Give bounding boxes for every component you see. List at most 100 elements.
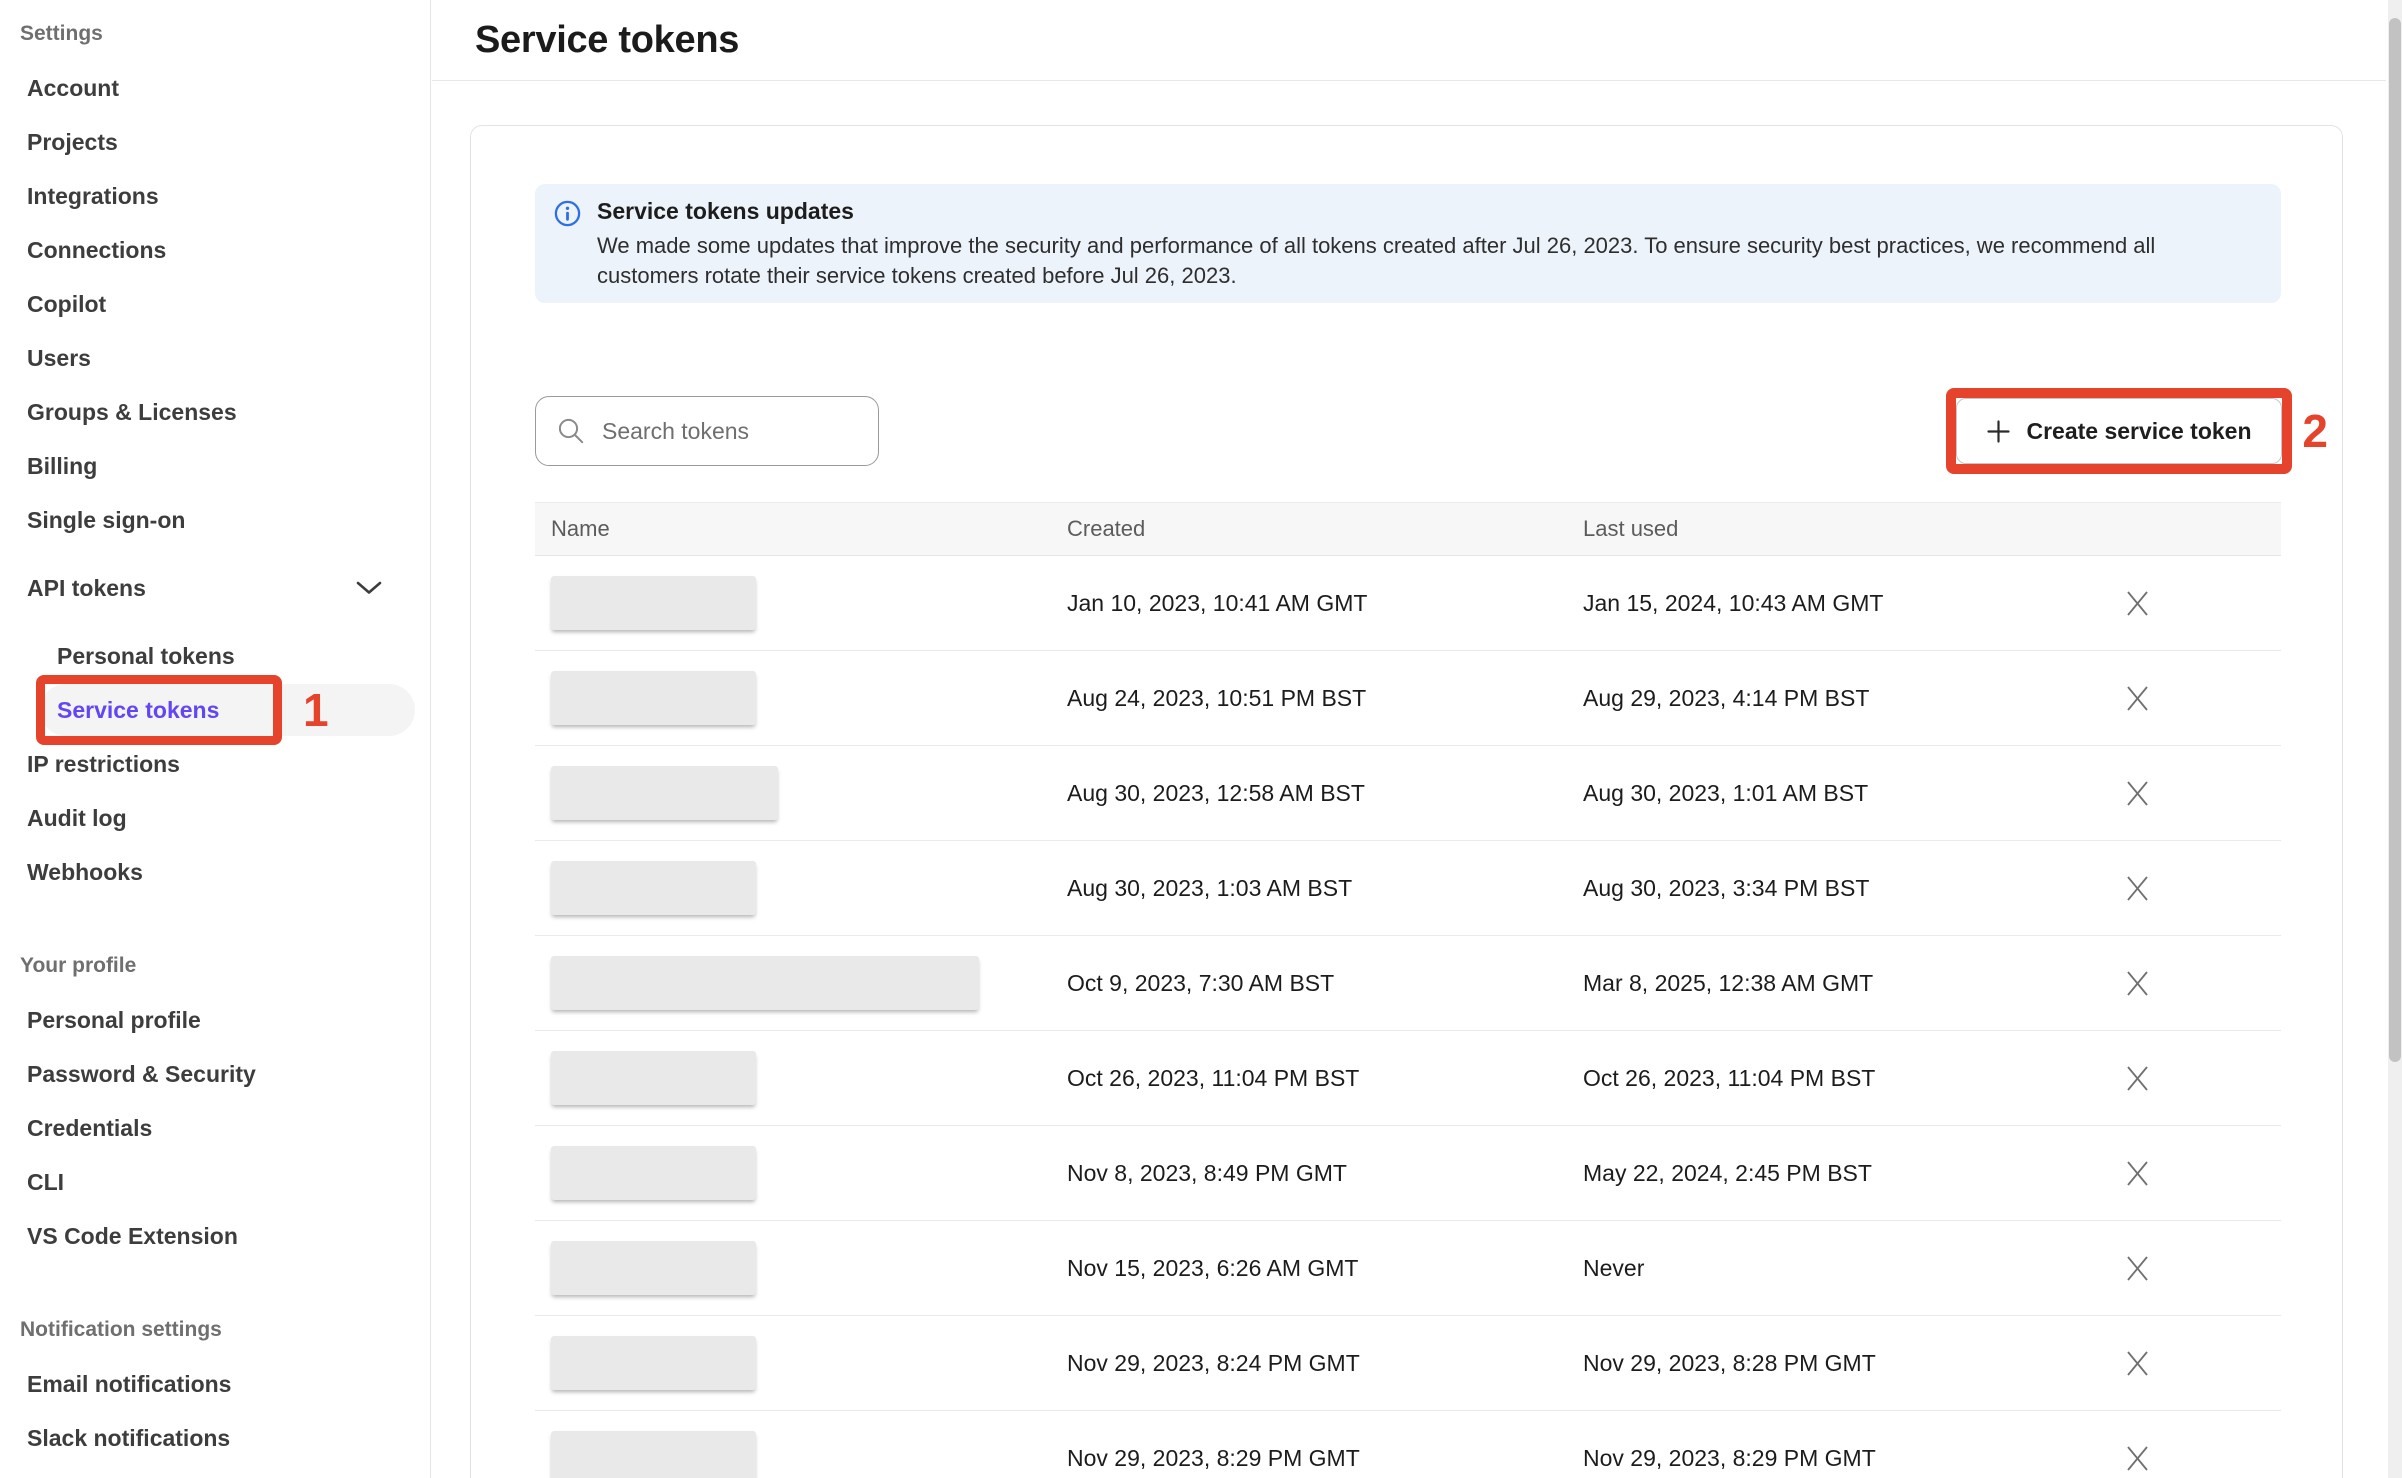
- delete-token-button[interactable]: [2123, 969, 2151, 997]
- delete-token-button[interactable]: [2123, 779, 2151, 807]
- sidebar-item-single-sign-on[interactable]: Single sign-on: [0, 493, 430, 547]
- sidebar-item-credentials[interactable]: Credentials: [0, 1101, 430, 1155]
- close-icon: [2124, 1160, 2151, 1187]
- annotation-box-2: Create service token 2: [1946, 388, 2292, 474]
- create-service-token-button[interactable]: Create service token: [1956, 398, 2282, 464]
- created-cell: Jan 10, 2023, 10:41 AM GMT: [1067, 590, 1583, 617]
- scrollbar: [2388, 0, 2402, 1478]
- table-row: Aug 30, 2023, 1:03 AM BST Aug 30, 2023, …: [535, 841, 2281, 936]
- sidebar-item-cli[interactable]: CLI: [0, 1155, 430, 1209]
- last-used-cell: Aug 29, 2023, 4:14 PM BST: [1583, 685, 2123, 712]
- sidebar-item-groups-licenses[interactable]: Groups & Licenses: [0, 385, 430, 439]
- sidebar-item-audit-log[interactable]: Audit log: [0, 791, 430, 845]
- created-cell: Oct 26, 2023, 11:04 PM BST: [1067, 1065, 1583, 1092]
- sidebar-item-users[interactable]: Users: [0, 331, 430, 385]
- token-name-redacted: [551, 1146, 756, 1200]
- sidebar-item-slack-notifications[interactable]: Slack notifications: [0, 1411, 430, 1465]
- create-service-token-label: Create service token: [2026, 418, 2251, 445]
- column-header-last-used: Last used: [1583, 516, 2123, 542]
- created-cell: Nov 15, 2023, 6:26 AM GMT: [1067, 1255, 1583, 1282]
- sidebar-item-webhooks[interactable]: Webhooks: [0, 845, 430, 899]
- token-name-redacted: [551, 576, 756, 630]
- close-icon: [2124, 1445, 2151, 1472]
- token-name-redacted: [551, 956, 979, 1010]
- token-name-redacted: [551, 1241, 756, 1295]
- sidebar-section-notification-settings: Notification settings: [0, 1303, 430, 1357]
- delete-token-button[interactable]: [2123, 1349, 2151, 1377]
- chevron-down-icon: [356, 581, 382, 595]
- created-cell: Aug 30, 2023, 1:03 AM BST: [1067, 875, 1583, 902]
- sidebar-item-connections[interactable]: Connections: [0, 223, 430, 277]
- token-name-redacted: [551, 766, 778, 820]
- sidebar-item-ip-restrictions[interactable]: IP restrictions: [0, 737, 430, 791]
- created-cell: Nov 29, 2023, 8:29 PM GMT: [1067, 1445, 1583, 1472]
- table-row: Aug 30, 2023, 12:58 AM BST Aug 30, 2023,…: [535, 746, 2281, 841]
- table-row: Nov 29, 2023, 8:24 PM GMT Nov 29, 2023, …: [535, 1316, 2281, 1411]
- main-content: Service tokens Service tokens updates We…: [432, 0, 2402, 1478]
- token-name-redacted: [551, 1051, 756, 1105]
- delete-token-button[interactable]: [2123, 1444, 2151, 1472]
- token-name-redacted: [551, 861, 756, 915]
- sidebar-item-password-security[interactable]: Password & Security: [0, 1047, 430, 1101]
- sidebar-item-billing[interactable]: Billing: [0, 439, 430, 493]
- sidebar-item-integrations[interactable]: Integrations: [0, 169, 430, 223]
- alert-text-line2: customers rotate their service tokens cr…: [597, 261, 2155, 291]
- close-icon: [2124, 685, 2151, 712]
- delete-token-button[interactable]: [2123, 684, 2151, 712]
- sidebar-section-settings: Settings: [0, 7, 430, 61]
- column-header-name: Name: [535, 516, 1067, 542]
- close-icon: [2124, 780, 2151, 807]
- scrollbar-thumb[interactable]: [2389, 18, 2401, 1062]
- token-name-redacted: [551, 1431, 756, 1478]
- last-used-cell: Never: [1583, 1255, 2123, 1282]
- table-row: Nov 15, 2023, 6:26 AM GMT Never: [535, 1221, 2281, 1316]
- delete-token-button[interactable]: [2123, 874, 2151, 902]
- delete-token-button[interactable]: [2123, 1159, 2151, 1187]
- annotation-label-1: 1: [303, 683, 329, 737]
- sidebar-item-api-tokens[interactable]: API tokens: [0, 561, 430, 615]
- search-box[interactable]: [535, 396, 879, 466]
- sidebar-item-projects[interactable]: Projects: [0, 115, 430, 169]
- table-row: Nov 29, 2023, 8:29 PM GMT Nov 29, 2023, …: [535, 1411, 2281, 1478]
- close-icon: [2124, 970, 2151, 997]
- last-used-cell: Oct 26, 2023, 11:04 PM BST: [1583, 1065, 2123, 1092]
- alert-title: Service tokens updates: [597, 196, 2155, 226]
- last-used-cell: Nov 29, 2023, 8:29 PM GMT: [1583, 1445, 2123, 1472]
- sidebar-item-vs-code-extension[interactable]: VS Code Extension: [0, 1209, 430, 1263]
- created-cell: Oct 9, 2023, 7:30 AM BST: [1067, 970, 1583, 997]
- sidebar-item-label: API tokens: [27, 575, 146, 602]
- last-used-cell: May 22, 2024, 2:45 PM BST: [1583, 1160, 2123, 1187]
- delete-token-button[interactable]: [2123, 589, 2151, 617]
- table-row: Jan 10, 2023, 10:41 AM GMT Jan 15, 2024,…: [535, 556, 2281, 651]
- close-icon: [2124, 1255, 2151, 1282]
- token-name-redacted: [551, 1336, 756, 1390]
- page-header: Service tokens: [432, 0, 2386, 81]
- sidebar-item-service-tokens[interactable]: Service tokens 1: [0, 683, 430, 737]
- last-used-cell: Mar 8, 2025, 12:38 AM GMT: [1583, 970, 2123, 997]
- service-tokens-table: Name Created Last used Jan 10, 2023, 10:…: [535, 502, 2281, 1478]
- created-cell: Aug 24, 2023, 10:51 PM BST: [1067, 685, 1583, 712]
- table-row: Nov 8, 2023, 8:49 PM GMT May 22, 2024, 2…: [535, 1126, 2281, 1221]
- info-icon: [554, 200, 581, 291]
- sidebar-item-personal-profile[interactable]: Personal profile: [0, 993, 430, 1047]
- last-used-cell: Jan 15, 2024, 10:43 AM GMT: [1583, 590, 2123, 617]
- close-icon: [2124, 1065, 2151, 1092]
- close-icon: [2124, 590, 2151, 617]
- sidebar-item-account[interactable]: Account: [0, 61, 430, 115]
- table-row: Oct 26, 2023, 11:04 PM BST Oct 26, 2023,…: [535, 1031, 2281, 1126]
- sidebar-item-copilot[interactable]: Copilot: [0, 277, 430, 331]
- search-input[interactable]: [600, 417, 844, 446]
- close-icon: [2124, 1350, 2151, 1377]
- settings-app: Settings Account Projects Integrations C…: [0, 0, 2402, 1478]
- annotation-label-2: 2: [2302, 404, 2328, 458]
- alert-body: Service tokens updates We made some upda…: [597, 196, 2155, 291]
- close-icon: [2124, 875, 2151, 902]
- sidebar-item-email-notifications[interactable]: Email notifications: [0, 1357, 430, 1411]
- delete-token-button[interactable]: [2123, 1064, 2151, 1092]
- table-header: Name Created Last used: [535, 502, 2281, 556]
- delete-token-button[interactable]: [2123, 1254, 2151, 1282]
- column-header-created: Created: [1067, 516, 1583, 542]
- alert-text-line1: We made some updates that improve the se…: [597, 231, 2155, 261]
- last-used-cell: Nov 29, 2023, 8:28 PM GMT: [1583, 1350, 2123, 1377]
- annotation-box-1: [36, 675, 282, 745]
